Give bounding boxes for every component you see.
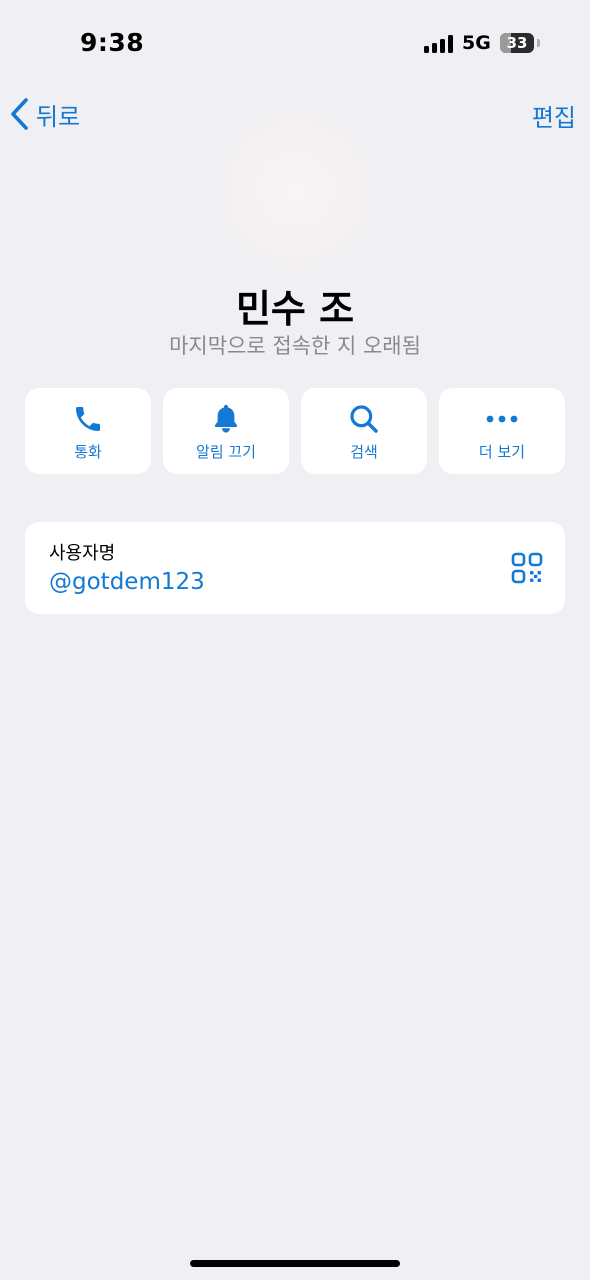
cellular-signal-icon xyxy=(424,35,454,53)
phone-icon xyxy=(76,407,100,431)
more-label: 더 보기 xyxy=(478,443,526,461)
contact-name: 민수 조 xyxy=(235,287,355,331)
status-time: 9:38 xyxy=(80,28,145,57)
action-buttons: 통화 알림 끄기 검색 더 보기 xyxy=(25,388,565,474)
more-icon xyxy=(486,415,518,423)
last-seen-status: 마지막으로 접속한 지 오래됨 xyxy=(169,334,421,358)
username-value[interactable]: @gotdem123 xyxy=(49,569,205,595)
username-label: 사용자명 xyxy=(49,543,116,564)
network-type: 5G xyxy=(462,32,491,54)
mute-label: 알림 끄기 xyxy=(196,443,256,461)
call-button[interactable]: 통화 xyxy=(25,388,151,474)
avatar[interactable] xyxy=(218,112,374,268)
back-label: 뒤로 xyxy=(36,102,81,131)
qr-code-icon xyxy=(511,552,543,584)
search-icon xyxy=(350,405,378,433)
search-label: 검색 xyxy=(350,443,378,461)
battery-percent: 33 xyxy=(506,34,528,52)
back-button[interactable]: 뒤로 xyxy=(10,96,80,132)
home-indicator[interactable] xyxy=(190,1260,400,1267)
more-button[interactable]: 더 보기 xyxy=(439,388,565,474)
qr-code-button[interactable] xyxy=(511,552,543,584)
chevron-left-icon xyxy=(11,98,28,130)
battery-icon: 33 xyxy=(500,33,534,53)
battery-tip xyxy=(537,39,540,47)
mute-button[interactable]: 알림 끄기 xyxy=(163,388,289,474)
call-label: 통화 xyxy=(74,443,102,461)
username-card: 사용자명 @gotdem123 xyxy=(25,522,565,614)
search-button[interactable]: 검색 xyxy=(301,388,427,474)
bell-icon xyxy=(214,404,238,433)
status-bar: 9:38 5G 33 xyxy=(0,0,590,88)
edit-button[interactable]: 편집 xyxy=(532,98,576,133)
